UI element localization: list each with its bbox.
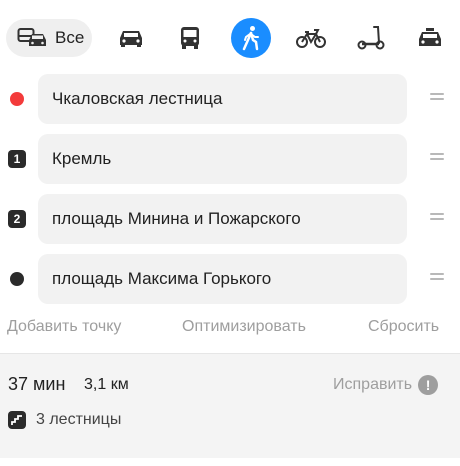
mode-all-label: Все xyxy=(55,28,85,47)
drag-handle-icon[interactable] xyxy=(430,93,444,105)
warning-icon: ! xyxy=(418,375,439,395)
finish-marker xyxy=(8,270,26,288)
mode-bicycle-button[interactable] xyxy=(291,19,331,57)
add-point-button[interactable]: Добавить точку xyxy=(7,318,121,336)
waypoint-row-1: 1 Кремль xyxy=(0,134,460,184)
mode-scooter-button[interactable] xyxy=(351,19,391,57)
mode-taxi-button[interactable] xyxy=(410,19,450,57)
bus-icon xyxy=(179,26,201,50)
stairs-count: 3 лестницы xyxy=(36,411,122,428)
fix-route-label: Исправить xyxy=(333,376,413,393)
mode-transit-button[interactable] xyxy=(170,19,210,57)
reset-button[interactable]: Сбросить xyxy=(368,318,439,336)
optimize-button[interactable]: Оптимизировать xyxy=(182,318,306,336)
route-actions: Добавить точку Оптимизировать Сбросить xyxy=(0,318,460,340)
drag-handle-icon[interactable] xyxy=(430,273,444,285)
route-time: 37 мин xyxy=(8,374,66,394)
scooter-icon xyxy=(357,26,385,50)
waypoint-row-finish: площадь Максима Горького xyxy=(0,254,460,304)
route-distance: 3,1 км xyxy=(84,376,129,393)
waypoint-start-input[interactable]: Чкаловская лестница xyxy=(38,74,407,124)
all-transport-icon xyxy=(17,27,49,49)
waypoint-1-input[interactable]: Кремль xyxy=(38,134,407,184)
stairs-icon xyxy=(8,411,26,429)
car-icon xyxy=(118,28,144,48)
mode-pedestrian-button[interactable] xyxy=(231,18,271,58)
bicycle-icon xyxy=(296,27,326,49)
route-summary-panel xyxy=(0,354,460,458)
waypoint-finish-input[interactable]: площадь Максима Горького xyxy=(38,254,407,304)
waypoint-row-2: 2 площадь Минина и Пожарского xyxy=(0,194,460,244)
start-marker xyxy=(8,90,26,108)
drag-handle-icon[interactable] xyxy=(430,153,444,165)
taxi-icon xyxy=(417,27,443,49)
waypoint-number-badge: 2 xyxy=(8,210,26,228)
mode-all-button[interactable]: Все xyxy=(6,19,92,57)
mode-car-button[interactable] xyxy=(111,19,151,57)
stairs-info: 3 лестницы xyxy=(8,411,121,429)
drag-handle-icon[interactable] xyxy=(430,213,444,225)
waypoint-row-start: Чкаловская лестница xyxy=(0,74,460,124)
waypoint-number-badge: 1 xyxy=(8,150,26,168)
fix-route-button[interactable]: Исправить ! xyxy=(333,375,439,395)
waypoint-2-input[interactable]: площадь Минина и Пожарского xyxy=(38,194,407,244)
walking-icon xyxy=(240,25,262,51)
transport-mode-bar: Все xyxy=(0,0,460,76)
